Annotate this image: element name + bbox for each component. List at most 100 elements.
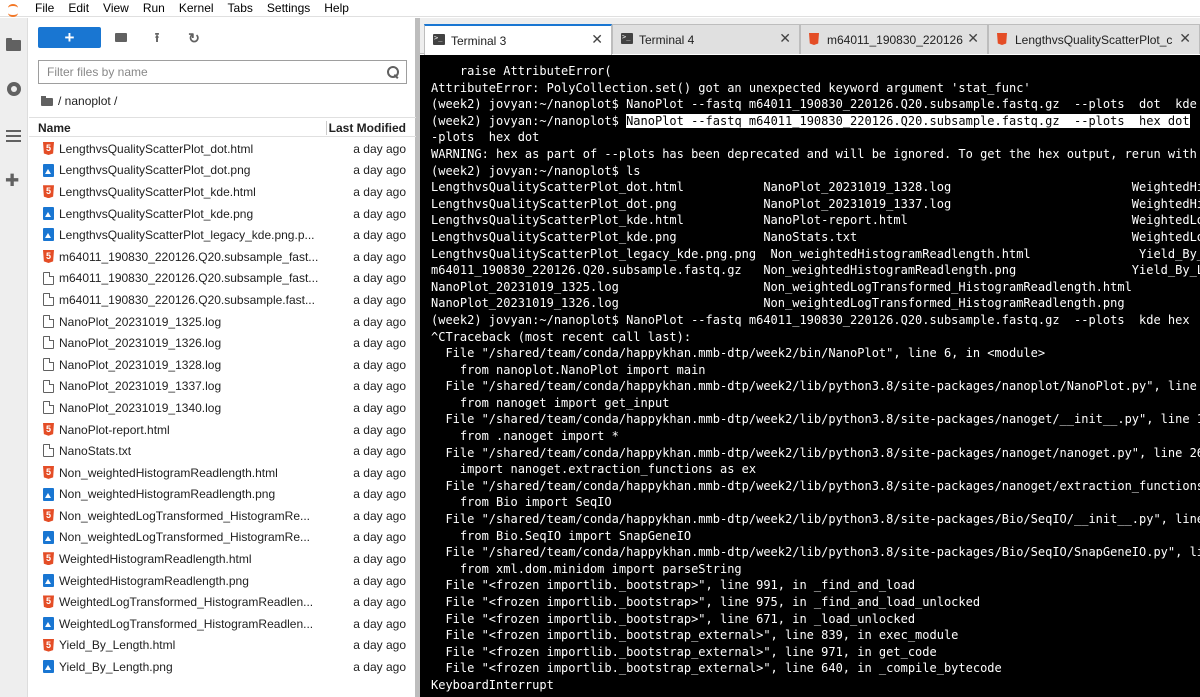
file-row[interactable]: NanoPlot_20231019_1326.log a day ago (29, 332, 416, 354)
file-modified: a day ago (353, 508, 406, 523)
terminal-text: File "<frozen importlib._bootstrap_exter… (431, 661, 1002, 676)
file-icon (43, 336, 54, 350)
file-name: WeightedHistogramReadlength.html (59, 552, 252, 567)
terminal-line: File "<frozen importlib._bootstrap>", li… (431, 577, 1200, 594)
file-name: NanoStats.txt (59, 444, 132, 459)
terminal-line: -plots hex dot (431, 129, 1200, 146)
menu-file[interactable]: File (28, 0, 61, 17)
file-row[interactable]: NanoStats.txt a day ago (29, 440, 416, 462)
file-row[interactable]: WeightedHistogramReadlength.html a day ag… (29, 548, 416, 570)
breadcrumb-path[interactable]: / nanoplot / (58, 94, 117, 108)
html-file-icon (43, 142, 54, 155)
terminal-line: File "<frozen importlib._bootstrap_exter… (431, 660, 1200, 677)
refresh-icon[interactable]: ↻ (186, 30, 202, 46)
file-icon (43, 444, 54, 458)
close-icon[interactable]: ✕ (779, 31, 791, 45)
file-row[interactable]: LengthvsQualityScatterPlot_kde.html a day… (29, 181, 416, 203)
file-row[interactable]: LengthvsQualityScatterPlot_dot.html a day… (29, 138, 416, 160)
file-row[interactable]: LengthvsQualityScatterPlot_dot.png a day … (29, 160, 416, 182)
terminal-text: import nanoget.extraction_functions as e… (431, 462, 757, 477)
terminal-output[interactable]: raise AttributeError(AttributeError: Pol… (420, 55, 1200, 697)
file-name: LengthvsQualityScatterPlot_dot.html (59, 141, 254, 156)
column-header-name[interactable]: Name (38, 121, 71, 135)
terminal-line: File "/shared/team/conda/happykhan.mmb-d… (431, 411, 1200, 428)
file-row[interactable]: Non_weightedLogTransformed_HistogramRe..… (29, 527, 416, 549)
menu-tabs[interactable]: Tabs (221, 0, 260, 17)
folder-icon[interactable] (6, 36, 22, 52)
column-divider[interactable] (326, 121, 327, 135)
terminal-text: LengthvsQualityScatterPlot_dot.html Nano… (431, 180, 1200, 195)
html-file-icon (809, 33, 819, 45)
file-row[interactable]: Non_weightedHistogramReadlength.html a da… (29, 462, 416, 484)
close-icon[interactable]: ✕ (591, 32, 603, 46)
menu-run[interactable]: Run (136, 0, 172, 17)
menu-kernel[interactable]: Kernel (172, 0, 221, 17)
menu-view[interactable]: View (96, 0, 136, 17)
terminal-line: (week2) jovyan:~/nanoplot$ NanoPlot --fa… (431, 312, 1200, 329)
running-icon[interactable] (6, 81, 22, 97)
file-row[interactable]: LengthvsQualityScatterPlot_kde.png a day … (29, 203, 416, 225)
new-folder-icon[interactable] (113, 30, 129, 46)
file-icon (43, 293, 54, 307)
commands-icon[interactable] (6, 128, 22, 144)
terminal-line: (week2) jovyan:~/nanoplot$ NanoPlot --fa… (431, 113, 1200, 130)
file-row[interactable]: NanoPlot_20231019_1340.log a day ago (29, 397, 416, 419)
file-name: LengthvsQualityScatterPlot_kde.png (59, 206, 254, 221)
close-icon[interactable]: ✕ (1179, 31, 1191, 45)
file-row[interactable]: NanoPlot_20231019_1337.log a day ago (29, 376, 416, 398)
file-modified: a day ago (353, 465, 406, 480)
file-row[interactable]: Non_weightedLogTransformed_HistogramRe..… (29, 505, 416, 527)
breadcrumb: / nanoplot / (41, 92, 117, 110)
menu-help[interactable]: Help (317, 0, 356, 17)
file-row[interactable]: WeightedLogTransformed_HistogramReadlen.… (29, 613, 416, 635)
tab-terminal-4[interactable]: Terminal 4 ✕ (612, 24, 800, 54)
file-row[interactable]: Yield_By_Length.png a day ago (29, 656, 416, 678)
file-row[interactable]: Non_weightedHistogramReadlength.png a day… (29, 484, 416, 506)
file-row[interactable]: m64011_190830_220126.Q20.subsample.fast.… (29, 289, 416, 311)
menu-edit[interactable]: Edit (61, 0, 96, 17)
file-row[interactable]: LengthvsQualityScatterPlot_legacy_kde.pn… (29, 224, 416, 246)
file-row[interactable]: NanoPlot_20231019_1325.log a day ago (29, 311, 416, 333)
terminal-line: m64011_190830_220126.Q20.subsample.fastq… (431, 262, 1200, 279)
filter-input[interactable] (39, 61, 369, 83)
file-modified: a day ago (353, 379, 406, 394)
file-name: LengthvsQualityScatterPlot_kde.html (59, 184, 256, 199)
file-icon (43, 314, 54, 328)
menu-settings[interactable]: Settings (260, 0, 317, 17)
terminal-text: File "/shared/team/conda/happykhan.mmb-d… (431, 478, 1200, 493)
terminal-line: LengthvsQualityScatterPlot_dot.png NanoP… (431, 196, 1200, 213)
file-row[interactable]: NanoPlot-report.html a day ago (29, 419, 416, 441)
file-row[interactable]: m64011_190830_220126.Q20.subsample_fast.… (29, 268, 416, 290)
terminal-text: File "/shared/team/conda/happykhan.mmb-d… (431, 445, 1200, 460)
terminal-text: LengthvsQualityScatterPlot_dot.png NanoP… (431, 196, 1200, 211)
file-name: m64011_190830_220126.Q20.subsample_fast.… (59, 271, 319, 286)
upload-icon[interactable]: ⭱ (149, 30, 165, 46)
terminal-line: File "<frozen importlib._bootstrap>", li… (431, 594, 1200, 611)
image-file-icon (43, 487, 54, 501)
search-icon (386, 65, 400, 79)
terminal-text: -plots hex dot (431, 130, 540, 145)
close-icon[interactable]: ✕ (967, 31, 979, 45)
html-file-icon (997, 33, 1007, 45)
file-modified: a day ago (353, 552, 406, 567)
terminal-text: File "<frozen importlib._bootstrap>", li… (431, 595, 981, 609)
tab-scatterplot-html[interactable]: LengthvsQualityScatterPlot_c ✕ (988, 24, 1200, 54)
new-launcher-button[interactable]: + (38, 27, 101, 48)
tab-terminal-3[interactable]: Terminal 3 ✕ (424, 24, 612, 55)
extension-icon[interactable]: ✚ (5, 172, 21, 189)
file-row[interactable]: NanoPlot_20231019_1328.log a day ago (29, 354, 416, 376)
file-modified: a day ago (353, 163, 406, 178)
file-row[interactable]: WeightedLogTransformed_HistogramReadlen.… (29, 591, 416, 613)
terminal-line: File "/shared/team/conda/happykhan.mmb-d… (431, 511, 1200, 528)
file-modified: a day ago (353, 336, 406, 351)
file-row[interactable]: Yield_By_Length.html a day ago (29, 635, 416, 657)
column-header-modified[interactable]: Last Modified (329, 121, 406, 135)
terminal-text: (week2) jovyan:~/nanoplot$ NanoPlot --fa… (431, 97, 1200, 112)
tab-fastq-html[interactable]: m64011_190830_220126.Q2( ✕ (800, 24, 988, 54)
file-row[interactable]: WeightedHistogramReadlength.png a day ago (29, 570, 416, 592)
file-row[interactable]: m64011_190830_220126.Q20.subsample_fast.… (29, 246, 416, 268)
folder-icon[interactable] (41, 96, 53, 106)
terminal-text: LengthvsQualityScatterPlot_legacy_kde.pn… (431, 246, 1200, 261)
file-modified: a day ago (353, 249, 406, 264)
file-modified: a day ago (353, 357, 406, 372)
